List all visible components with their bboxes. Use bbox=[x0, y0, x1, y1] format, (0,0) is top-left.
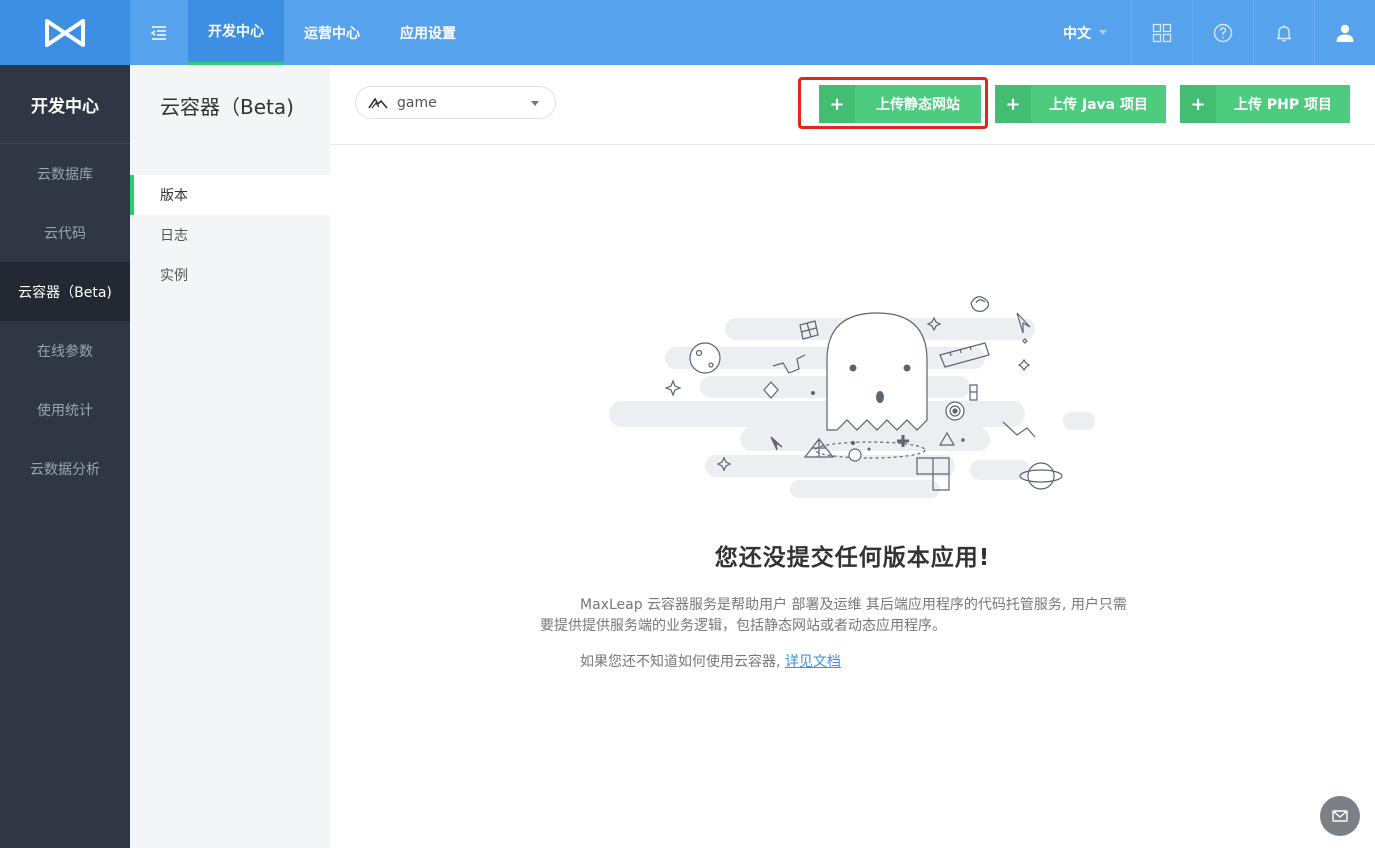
app-logo-icon bbox=[368, 97, 388, 109]
plus-icon: + bbox=[1180, 85, 1216, 123]
grid-icon bbox=[1152, 23, 1172, 42]
sidebar-item-online-params[interactable]: 在线参数 bbox=[0, 321, 130, 380]
app-name: game bbox=[397, 94, 437, 111]
sub-navigation: 云容器（Beta) 版本 日志 实例 bbox=[130, 65, 330, 848]
subnav-item-logs[interactable]: 日志 bbox=[130, 215, 330, 255]
help-icon bbox=[1213, 23, 1233, 42]
user-icon bbox=[1336, 24, 1354, 42]
upload-static-site-label: 上传静态网站 bbox=[876, 97, 960, 113]
indent-icon bbox=[150, 25, 166, 40]
language-selector[interactable]: 中文 bbox=[1040, 0, 1130, 65]
tab-ops-center[interactable]: 运营中心 bbox=[284, 0, 380, 65]
bell-icon bbox=[1276, 24, 1292, 41]
content-header: game + 上传静态网站 + 上传 Java 项目 + 上传 PHP 项目 bbox=[330, 65, 1375, 145]
chevron-down-icon bbox=[531, 101, 539, 106]
empty-state-title: 您还没提交任何版本应用! bbox=[714, 545, 991, 571]
apps-grid-button[interactable] bbox=[1131, 0, 1192, 65]
menu-collapse-button[interactable] bbox=[130, 0, 188, 65]
feedback-chat-button[interactable] bbox=[1320, 796, 1360, 836]
sidebar-item-cloud-container[interactable]: 云容器（Beta) bbox=[0, 262, 130, 321]
upload-static-site-button[interactable]: + 上传静态网站 bbox=[819, 85, 981, 123]
main-sidebar: 开发中心 云数据库 云代码 云容器（Beta) 在线参数 使用统计 云数据分析 bbox=[0, 65, 130, 848]
mail-icon bbox=[1332, 810, 1348, 822]
docs-link[interactable]: 详见文档 bbox=[785, 654, 841, 670]
language-label: 中文 bbox=[1063, 25, 1091, 42]
user-account-button[interactable] bbox=[1314, 0, 1375, 65]
upload-php-label: 上传 PHP 项目 bbox=[1234, 97, 1332, 113]
plus-icon: + bbox=[819, 85, 855, 123]
sidebar-item-cloud-analytics[interactable]: 云数据分析 bbox=[0, 439, 130, 498]
chevron-down-icon bbox=[1099, 30, 1107, 35]
notifications-button[interactable] bbox=[1253, 0, 1314, 65]
subnav-item-versions[interactable]: 版本 bbox=[130, 175, 330, 215]
sidebar-item-cloud-code[interactable]: 云代码 bbox=[0, 203, 130, 262]
maxleap-logo[interactable] bbox=[0, 0, 130, 65]
upload-java-button[interactable]: + 上传 Java 项目 bbox=[995, 85, 1166, 123]
tab-dev-center[interactable]: 开发中心 bbox=[188, 0, 284, 65]
upload-java-label: 上传 Java 项目 bbox=[1049, 97, 1148, 113]
plus-icon: + bbox=[995, 85, 1031, 123]
app-selector[interactable]: game bbox=[355, 86, 556, 119]
top-navbar: 开发中心 运营中心 应用设置 中文 bbox=[0, 0, 1375, 65]
empty-state-illustration bbox=[609, 296, 1095, 498]
tab-app-settings[interactable]: 应用设置 bbox=[380, 0, 476, 65]
logo-icon bbox=[45, 18, 85, 47]
empty-state-help: 如果您还不知道如何使用云容器, 详见文档 bbox=[580, 651, 841, 671]
sidebar-item-cloud-database[interactable]: 云数据库 bbox=[0, 144, 130, 203]
upload-php-button[interactable]: + 上传 PHP 项目 bbox=[1180, 85, 1350, 123]
sidebar-item-usage-stats[interactable]: 使用统计 bbox=[0, 380, 130, 439]
page-title: 云容器（Beta) bbox=[160, 94, 294, 119]
help-button[interactable] bbox=[1192, 0, 1253, 65]
sidebar-title: 开发中心 bbox=[0, 65, 130, 144]
help-text: 如果您还不知道如何使用云容器, bbox=[580, 654, 785, 670]
empty-state-description: MaxLeap 云容器服务是帮助用户 部署及运维 其后端应用程序的代码托管服务,… bbox=[540, 597, 1127, 634]
subnav-item-instances[interactable]: 实例 bbox=[130, 255, 330, 295]
subnav-list: 版本 日志 实例 bbox=[130, 175, 330, 295]
